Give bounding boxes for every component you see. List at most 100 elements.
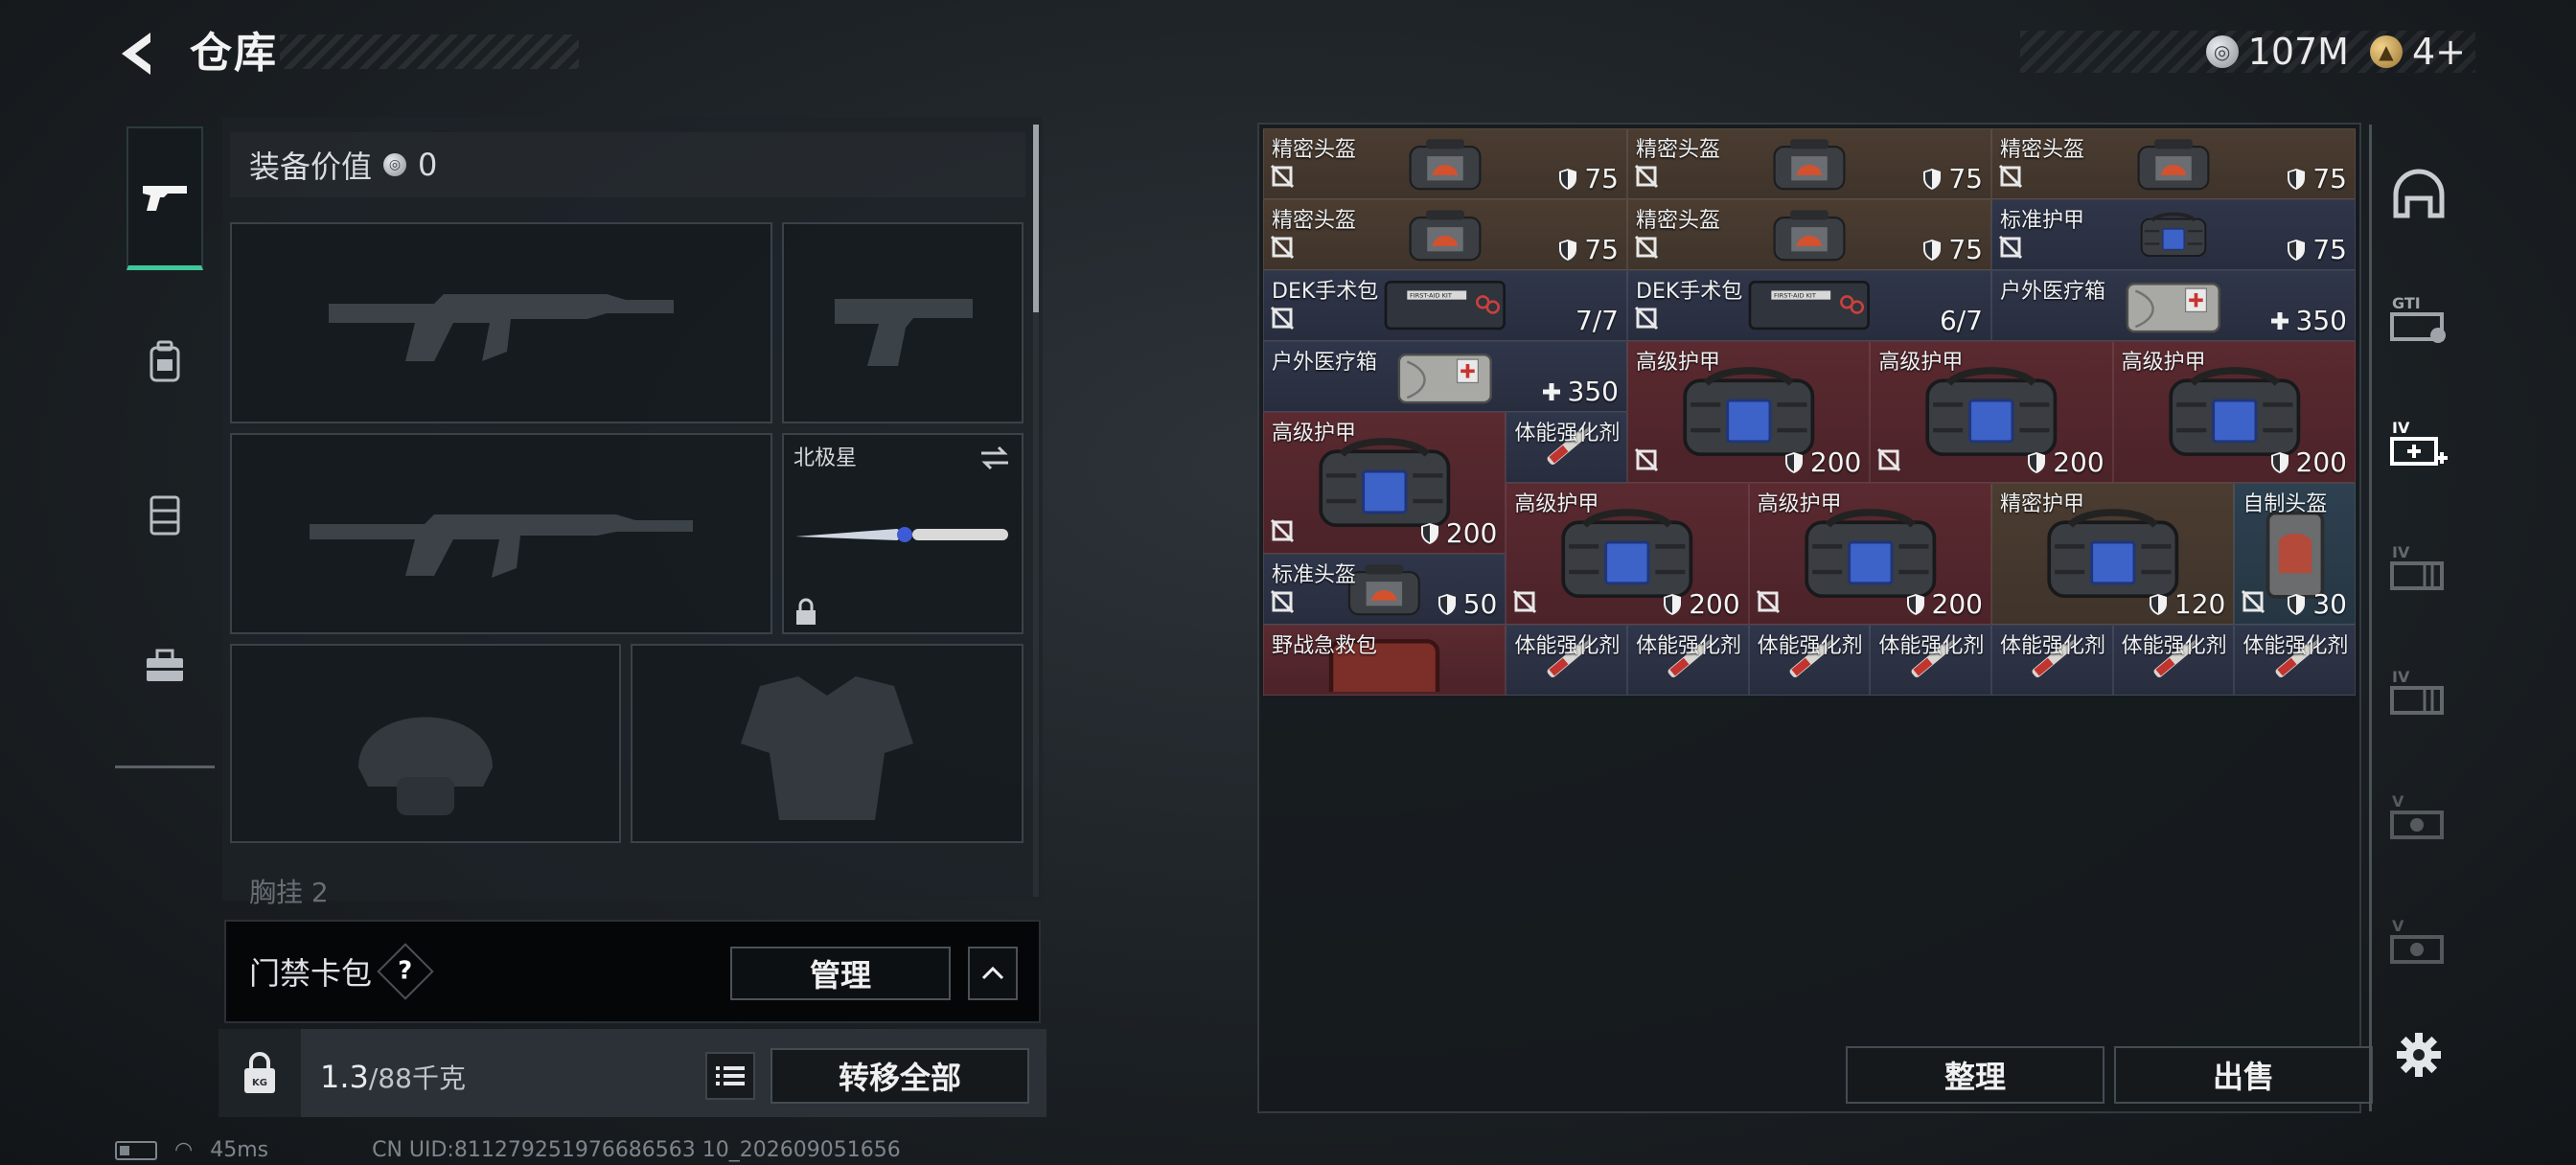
wifi-icon: ◠ bbox=[174, 1138, 194, 1162]
item-value: 200 bbox=[1662, 588, 1740, 620]
inventory-item[interactable]: 高级护甲 200 bbox=[1748, 483, 1991, 625]
sell-button[interactable]: 出售 bbox=[2114, 1046, 2373, 1104]
inventory-item[interactable]: 自制头盔 30 bbox=[2234, 483, 2356, 625]
level-iv-crate-icon[interactable]: IV bbox=[2385, 659, 2452, 726]
inventory-item[interactable]: 高级护甲 200 bbox=[1870, 341, 2113, 483]
settings-gear-icon[interactable] bbox=[2385, 1021, 2452, 1088]
inventory-item[interactable]: 体能强化剂 bbox=[1748, 625, 1871, 696]
no-drop-icon bbox=[1513, 589, 1537, 614]
inventory-item[interactable]: 精密头盔 75 bbox=[1991, 128, 2356, 199]
tab-weapons[interactable] bbox=[126, 126, 203, 270]
inventory-item[interactable]: 精密头盔 75 bbox=[1627, 128, 1991, 199]
level-iv-crate-icon[interactable]: IV bbox=[2385, 535, 2452, 602]
level-v-crate-icon[interactable]: V bbox=[2385, 784, 2452, 851]
secondary-weapon-slot[interactable] bbox=[230, 433, 772, 634]
shield-icon bbox=[1420, 522, 1438, 544]
primary-weapon-slot[interactable] bbox=[230, 222, 772, 423]
manage-button[interactable]: 管理 bbox=[730, 947, 951, 1000]
inventory-item[interactable]: 体能强化剂 bbox=[2234, 625, 2356, 696]
inventory-item[interactable]: 体能强化剂 bbox=[1506, 412, 1627, 483]
weight-current: 1.3 bbox=[320, 1059, 369, 1095]
inventory-item[interactable]: 体能强化剂 bbox=[1506, 625, 1627, 696]
svg-text:KG: KG bbox=[252, 1078, 267, 1088]
inventory-item[interactable]: 标准护甲 75 bbox=[1991, 199, 2356, 270]
item-value: 75 bbox=[1921, 234, 1983, 265]
silver-coin-icon: ◎ bbox=[383, 153, 407, 176]
inventory-item[interactable]: 精密头盔 75 bbox=[1263, 199, 1627, 270]
weight-max: /88千克 bbox=[368, 1062, 466, 1094]
helmet-bag-icon bbox=[1409, 210, 1482, 262]
back-button[interactable] bbox=[113, 27, 161, 80]
inventory-item[interactable]: 户外医疗箱 350 bbox=[1263, 341, 1627, 412]
svg-text:FIRST-AID KIT: FIRST-AID KIT bbox=[1410, 292, 1453, 300]
inventory-item[interactable]: 精密头盔 75 bbox=[1263, 128, 1627, 199]
warehouse-grid[interactable]: 精密头盔 75 精密头盔 75 精密头盔 75 精密头盔 75 精密头盔 75 bbox=[1263, 128, 2356, 1031]
shield-icon bbox=[1664, 593, 1682, 615]
armor-slot[interactable] bbox=[631, 644, 1024, 843]
shield-icon bbox=[1784, 451, 1803, 473]
inventory-item[interactable]: FIRST-AID KIT DEK手术包 6/7 bbox=[1627, 270, 1991, 341]
no-drop-icon bbox=[1270, 164, 1295, 189]
gold-currency[interactable]: ▲ 4+ bbox=[2369, 31, 2466, 73]
inventory-item[interactable]: 高级护甲 200 bbox=[1506, 483, 1749, 625]
page-title: 仓库 bbox=[190, 29, 278, 78]
item-value: 6/7 bbox=[1940, 305, 1983, 336]
collapse-button[interactable] bbox=[968, 947, 1018, 1000]
inventory-item[interactable]: 野战急救包 bbox=[1263, 625, 1506, 696]
item-value: 7/7 bbox=[1576, 305, 1619, 336]
item-name: DEK手术包 bbox=[1272, 280, 1379, 304]
inventory-item[interactable]: 高级护甲 200 bbox=[1263, 412, 1506, 554]
no-drop-icon bbox=[1270, 589, 1295, 618]
medical-crate-icon[interactable]: IV bbox=[2385, 410, 2452, 477]
inventory-item[interactable]: 户外医疗箱 350 bbox=[1991, 270, 2356, 341]
help-icon[interactable]: ? bbox=[377, 943, 434, 1000]
item-value: 120 bbox=[2148, 588, 2225, 620]
no-drop-icon bbox=[1634, 306, 1659, 331]
item-value: 200 bbox=[1783, 446, 1861, 478]
vest-rig-icon bbox=[150, 495, 180, 536]
inventory-item[interactable]: 体能强化剂 bbox=[2112, 625, 2235, 696]
shield-icon bbox=[1559, 239, 1577, 261]
svg-text:IV: IV bbox=[2392, 543, 2410, 561]
equipment-scrollbar-thumb[interactable] bbox=[1033, 125, 1039, 312]
inventory-item[interactable]: 高级护甲 200 bbox=[1627, 341, 1871, 483]
item-value-text: 200 bbox=[1689, 588, 1740, 620]
outdoor-medkit-icon bbox=[2126, 282, 2221, 332]
inventory-item[interactable]: 精密头盔 75 bbox=[1627, 199, 1991, 270]
silver-currency: ◎ 107M bbox=[2205, 31, 2349, 73]
chevron-up-icon bbox=[981, 966, 1004, 980]
sort-button[interactable]: 整理 bbox=[1846, 1046, 2104, 1104]
helmet-slot[interactable] bbox=[230, 644, 621, 843]
gold-amount: 4+ bbox=[2411, 31, 2466, 73]
item-value-text: 120 bbox=[2174, 588, 2226, 620]
weight-lock-button[interactable]: KG bbox=[218, 1029, 301, 1117]
shield-icon bbox=[2288, 239, 2306, 261]
helmet-tab-icon[interactable] bbox=[2385, 161, 2452, 228]
inventory-item[interactable]: 高级护甲 200 bbox=[2112, 341, 2356, 483]
item-value-text: 75 bbox=[1948, 163, 1983, 194]
inventory-item[interactable]: 体能强化剂 bbox=[1870, 625, 1991, 696]
no-drop-icon bbox=[1876, 447, 1901, 476]
transfer-all-button[interactable]: 转移全部 bbox=[770, 1048, 1029, 1104]
swap-icon[interactable] bbox=[978, 445, 1012, 471]
tab-backpack[interactable] bbox=[126, 289, 203, 433]
no-drop-icon bbox=[1270, 518, 1295, 543]
inventory-item[interactable]: 标准头盔 50 bbox=[1263, 554, 1506, 625]
pistol-slot[interactable] bbox=[782, 222, 1024, 423]
tab-toolbox[interactable] bbox=[126, 594, 203, 738]
tab-rig[interactable] bbox=[126, 443, 203, 586]
list-view-button[interactable] bbox=[705, 1052, 755, 1100]
chest-rig-label: 胸挂 2 bbox=[249, 877, 329, 908]
inventory-item[interactable]: 精密护甲 120 bbox=[1991, 483, 2235, 625]
item-name: 体能强化剂 bbox=[1757, 634, 1863, 658]
no-drop-icon bbox=[1998, 235, 2023, 260]
gti-crate-icon[interactable]: GTI bbox=[2385, 286, 2452, 353]
level-v-crate-icon[interactable]: V bbox=[2385, 908, 2452, 975]
inventory-item[interactable]: 体能强化剂 bbox=[1991, 625, 2113, 696]
inventory-item[interactable]: 体能强化剂 bbox=[1627, 625, 1749, 696]
inventory-item[interactable]: FIRST-AID KIT DEK手术包 7/7 bbox=[1263, 270, 1627, 341]
gold-coin-icon: ▲ bbox=[2369, 35, 2403, 68]
toolbox-icon bbox=[147, 649, 183, 681]
melee-slot[interactable]: 北极星 bbox=[782, 433, 1024, 634]
item-value-text: 75 bbox=[2312, 163, 2347, 194]
